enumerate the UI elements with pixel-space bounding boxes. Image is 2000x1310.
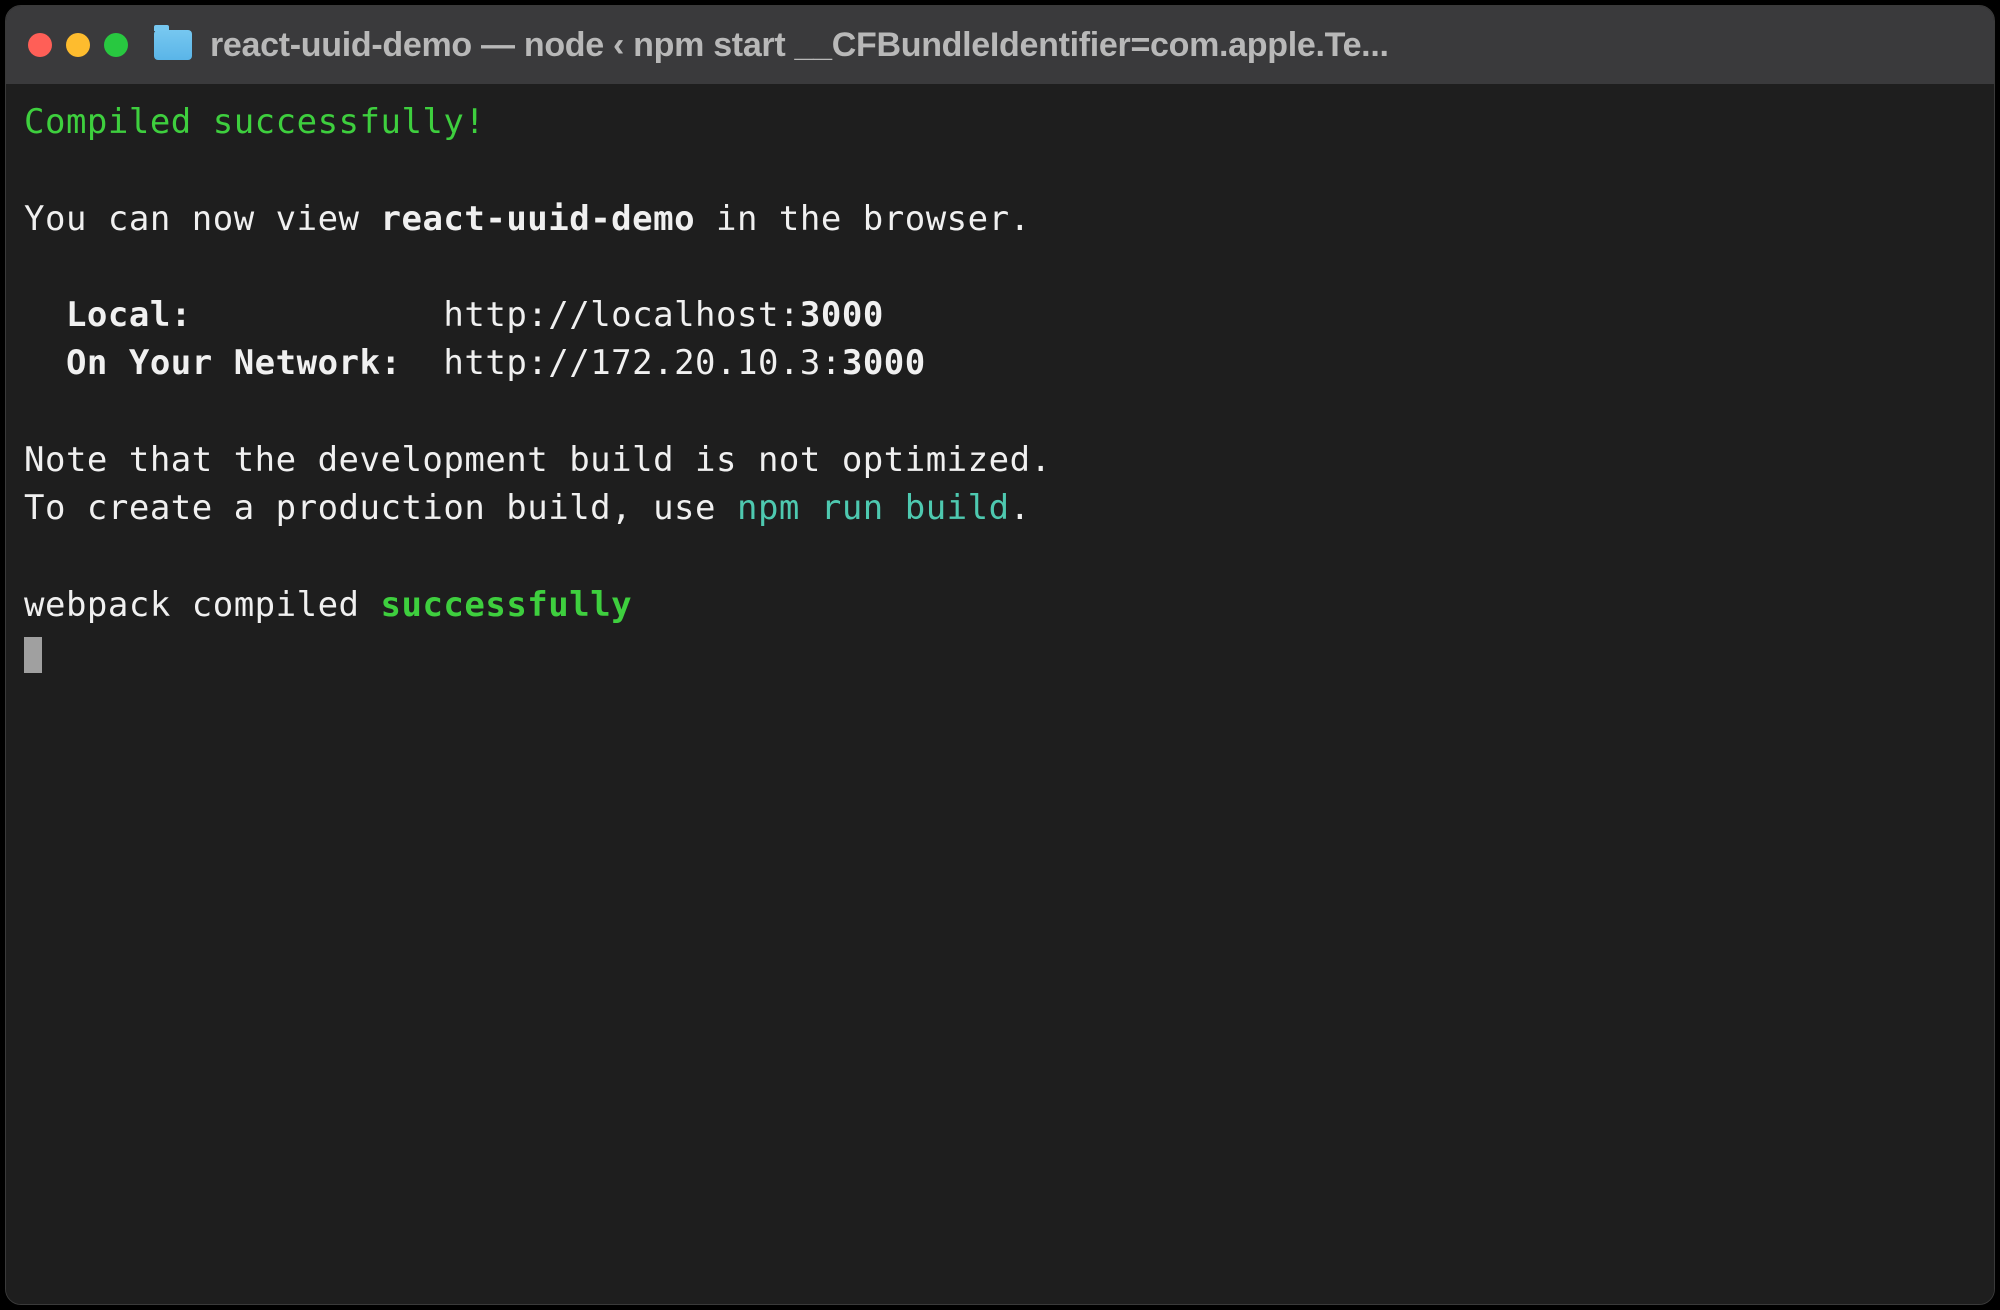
project-name: react-uuid-demo — [381, 199, 696, 239]
cursor — [24, 637, 42, 673]
view-text-suffix: in the browser. — [695, 199, 1031, 239]
close-button[interactable] — [28, 33, 52, 57]
network-label: On Your Network: — [66, 343, 402, 383]
local-port: 3000 — [800, 295, 884, 335]
note-line2-suffix: . — [1010, 488, 1031, 528]
terminal-window: react-uuid-demo — node ‹ npm start __CFB… — [5, 5, 1995, 1305]
network-port: 3000 — [842, 343, 926, 383]
title-bar: react-uuid-demo — node ‹ npm start __CFB… — [6, 6, 1994, 84]
minimize-button[interactable] — [66, 33, 90, 57]
terminal-body[interactable]: Compiled successfully! You can now view … — [6, 84, 1994, 1304]
compile-status: Compiled successfully! — [24, 102, 485, 142]
view-text-prefix: You can now view — [24, 199, 381, 239]
local-url-prefix: http://localhost: — [443, 295, 800, 335]
window-title: react-uuid-demo — node ‹ npm start __CFB… — [210, 26, 1389, 65]
folder-icon — [154, 30, 192, 60]
note-line1: Note that the development build is not o… — [24, 440, 1052, 480]
local-label: Local: — [66, 295, 192, 335]
note-line2-prefix: To create a production build, use — [24, 488, 737, 528]
network-url-prefix: http://172.20.10.3: — [443, 343, 841, 383]
webpack-prefix: webpack compiled — [24, 585, 381, 625]
maximize-button[interactable] — [104, 33, 128, 57]
npm-run-build-cmd: npm run build — [737, 488, 1010, 528]
webpack-status: successfully — [381, 585, 633, 625]
traffic-lights — [28, 33, 128, 57]
